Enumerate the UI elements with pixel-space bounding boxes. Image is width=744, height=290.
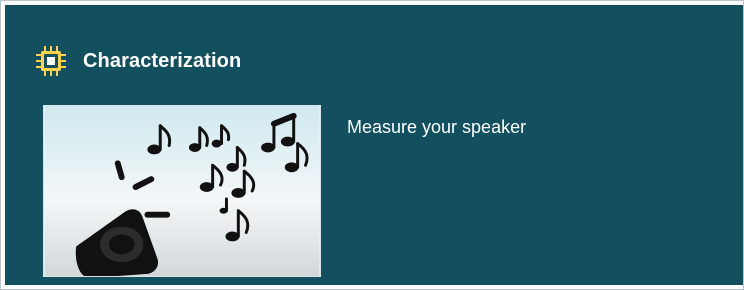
panel-body: Characterization Measure your speaker <box>5 5 743 285</box>
panel-title: Characterization <box>83 49 242 72</box>
speaker-music-notes-icon[interactable] <box>43 105 321 277</box>
characterization-item-description[interactable]: Measure your speaker <box>347 117 526 138</box>
panel-header: Characterization <box>35 41 241 81</box>
characterization-item-card[interactable] <box>43 105 321 277</box>
chip-icon <box>36 46 66 76</box>
characterization-panel: Characterization Measure your speaker <box>0 0 744 290</box>
